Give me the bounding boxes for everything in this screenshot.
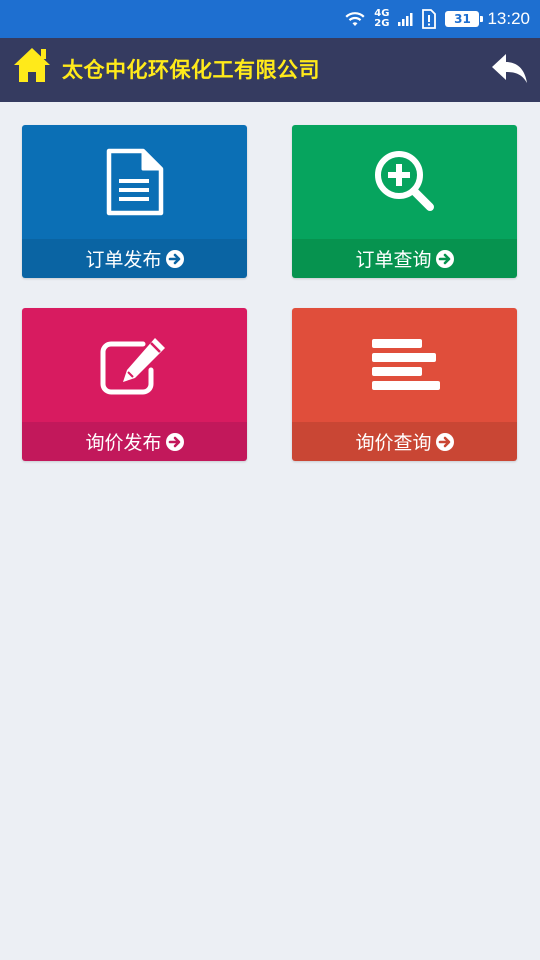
tile-icon-area [22, 308, 247, 422]
order-query-tile[interactable]: 订单查询 [292, 125, 517, 278]
arrow-circle-right-icon [435, 249, 454, 268]
zoom-in-icon [374, 151, 434, 211]
tile-label-bar: 询价发布 [22, 422, 247, 461]
tile-icon-area [292, 308, 517, 422]
edit-icon [100, 338, 165, 395]
back-reply-icon[interactable] [490, 50, 530, 90]
network-2g-label: 2G [374, 18, 390, 29]
signal-icon [398, 13, 413, 26]
arrow-circle-right-icon [435, 432, 454, 451]
status-icons: 4G 2G 31 13:20 [344, 0, 530, 38]
align-left-icon [371, 339, 440, 390]
order-query-label: 订单查询 [355, 249, 432, 271]
document-icon [106, 148, 163, 216]
order-publish-label: 订单发布 [85, 249, 162, 271]
tile-icon-area [292, 125, 517, 239]
arrow-circle-right-icon [165, 249, 184, 268]
inquiry-query-tile[interactable]: 询价查询 [292, 308, 517, 461]
inquiry-publish-label: 询价发布 [85, 432, 162, 454]
network-labels: 4G 2G [374, 9, 389, 29]
inquiry-publish-tile[interactable]: 询价发布 [22, 308, 247, 461]
arrow-circle-right-icon [165, 432, 184, 451]
app-header: 太仓中化环保化工有限公司 [0, 38, 540, 102]
home-icon[interactable] [12, 45, 52, 85]
tile-label-bar: 询价查询 [292, 422, 517, 461]
tile-label-bar: 订单查询 [292, 239, 517, 278]
order-publish-tile[interactable]: 订单发布 [22, 125, 247, 278]
app-title: 太仓中化环保化工有限公司 [62, 58, 320, 82]
battery-indicator: 31 [445, 11, 484, 27]
tile-label-bar: 订单发布 [22, 239, 247, 278]
wifi-icon [345, 12, 365, 26]
status-time: 13:20 [487, 9, 530, 28]
status-bar: 4G 2G 31 13:20 [0, 0, 540, 38]
tile-icon-area [22, 125, 247, 239]
inquiry-query-label: 询价查询 [355, 432, 432, 454]
sim-alert-icon [422, 9, 437, 29]
